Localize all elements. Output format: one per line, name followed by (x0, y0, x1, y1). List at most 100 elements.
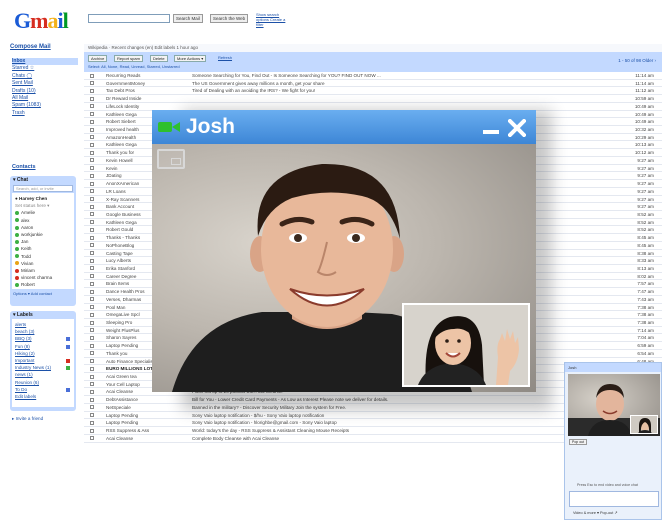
buddy-item[interactable]: vincent charma (12, 274, 74, 281)
pager[interactable]: 1 - 50 of 98 Older › (618, 58, 656, 63)
buddy-item[interactable]: Todd (12, 253, 74, 260)
email-checkbox[interactable] (90, 351, 94, 356)
self-view-pip[interactable] (402, 303, 530, 387)
minimize-icon[interactable] (482, 119, 500, 137)
label-item[interactable]: Fun (8) (12, 343, 74, 350)
web-clip[interactable]: Wikipedia · Recent changes (en) Edit lab… (84, 44, 662, 52)
gmail-logo[interactable]: Gmail (14, 8, 76, 34)
email-checkbox[interactable] (90, 88, 94, 93)
label-item[interactable]: Industry News (1) (12, 364, 74, 371)
email-checkbox[interactable] (90, 366, 94, 371)
email-checkbox[interactable] (90, 359, 94, 364)
email-checkbox[interactable] (90, 73, 94, 78)
email-checkbox[interactable] (90, 189, 94, 194)
email-row[interactable]: Dr Reward Inside 10:59 am (84, 95, 662, 103)
email-checkbox[interactable] (90, 119, 94, 124)
buddy-item[interactable]: Ameliе (12, 209, 74, 216)
video-titlebar[interactable]: Josh (152, 110, 536, 144)
email-checkbox[interactable] (90, 96, 94, 101)
email-checkbox[interactable] (90, 436, 94, 441)
label-item[interactable]: beach (3) (12, 328, 74, 335)
label-item[interactable]: Edit labels (12, 393, 74, 400)
search-web-button[interactable]: Search the Web (210, 14, 249, 23)
email-checkbox[interactable] (90, 197, 94, 201)
email-checkbox[interactable] (90, 135, 94, 140)
layout-toggle-icon[interactable] (157, 149, 185, 169)
email-checkbox[interactable] (90, 104, 94, 109)
label-item[interactable]: Reunion (6) (12, 379, 74, 386)
email-checkbox[interactable] (90, 305, 94, 310)
label-item[interactable]: BBQ (3) (12, 335, 74, 342)
delete-button[interactable]: Delete (150, 55, 168, 62)
email-checkbox[interactable] (90, 220, 94, 225)
email-checkbox[interactable] (90, 158, 94, 163)
chat-status[interactable]: Set status here ▾ (12, 202, 74, 209)
chat-footer[interactable]: Options ▾ Add contact (10, 289, 76, 299)
chat-header[interactable]: ▾ Chat (10, 176, 76, 184)
label-item[interactable]: Hiking (2) (12, 350, 74, 357)
nav-item[interactable]: Spam (1083) (12, 102, 78, 109)
buddy-item[interactable]: Keith (12, 245, 74, 252)
search-options-link[interactable]: Show search options Create a filter (256, 12, 286, 27)
email-checkbox[interactable] (90, 343, 94, 348)
email-row[interactable]: Tax Debt Pros Tired of Dealing with an av… (84, 87, 662, 96)
email-row[interactable]: GovernmentMoney The US Government gives a… (84, 80, 662, 88)
nav-item[interactable]: Sent Mail (12, 80, 78, 87)
archive-button[interactable]: Archive (88, 55, 108, 62)
chat-search-input[interactable]: Search, add, or invite (13, 185, 73, 192)
email-checkbox[interactable] (90, 112, 94, 117)
select-links[interactable]: Select: All, None, Read, Unread, Starred… (88, 64, 180, 69)
email-checkbox[interactable] (90, 397, 94, 402)
email-checkbox[interactable] (90, 212, 94, 217)
label-item[interactable]: Important (12, 357, 74, 364)
email-checkbox[interactable] (90, 297, 94, 302)
email-checkbox[interactable] (90, 382, 94, 387)
email-checkbox[interactable] (90, 274, 94, 279)
email-checkbox[interactable] (90, 243, 94, 248)
email-checkbox[interactable] (90, 227, 94, 232)
email-checkbox[interactable] (90, 251, 94, 256)
buddy-item[interactable]: Robert (12, 281, 74, 288)
email-checkbox[interactable] (90, 266, 94, 271)
email-checkbox[interactable] (90, 127, 94, 132)
compose-mail-link[interactable]: Compose Mail (10, 44, 51, 50)
buddy-item[interactable]: Aaron (12, 224, 74, 231)
nav-item[interactable]: Inbox (12, 58, 78, 66)
email-row[interactable]: Recurring Reads Someone Searching for You… (84, 72, 662, 80)
email-checkbox[interactable] (90, 413, 94, 418)
buddy-item[interactable]: alex (12, 217, 74, 224)
email-checkbox[interactable] (90, 312, 94, 317)
email-checkbox[interactable] (90, 258, 94, 263)
search-mail-button[interactable]: Search Mail (173, 14, 203, 23)
nav-item[interactable]: Drafts (10) (12, 88, 78, 95)
refresh-link[interactable]: Refresh (216, 55, 234, 62)
email-checkbox[interactable] (90, 166, 94, 171)
buddy-item[interactable]: Vivian (12, 260, 74, 267)
label-item[interactable]: news (1) (12, 371, 74, 378)
email-checkbox[interactable] (90, 428, 94, 433)
close-icon[interactable] (508, 119, 526, 137)
email-checkbox[interactable] (90, 374, 94, 379)
buddy-item[interactable]: Jan (12, 238, 74, 245)
mini-chat-input[interactable] (569, 491, 659, 507)
email-checkbox[interactable] (90, 173, 94, 178)
label-item[interactable]: alerts (12, 321, 74, 328)
buddy-item[interactable]: Miriam (12, 267, 74, 274)
email-checkbox[interactable] (90, 204, 94, 209)
label-item[interactable]: To Do (12, 386, 74, 393)
search-input[interactable] (88, 14, 170, 23)
email-checkbox[interactable] (90, 389, 94, 394)
email-checkbox[interactable] (90, 335, 94, 340)
labels-header[interactable]: ▾ Labels (10, 311, 76, 319)
email-checkbox[interactable] (90, 320, 94, 325)
invite-friend-link[interactable]: ▸ Invite a friend (12, 416, 43, 422)
nav-item[interactable]: Starred ☆ (12, 65, 78, 72)
buddy-item[interactable]: workjunkie (12, 231, 74, 238)
mini-chat-header[interactable]: Josh (565, 363, 661, 372)
email-checkbox[interactable] (90, 328, 94, 333)
nav-item[interactable]: Chats ◯ (12, 73, 78, 80)
email-checkbox[interactable] (90, 420, 94, 425)
mini-chat-footer[interactable]: Video & more ▾ Pop-out ↗ (573, 510, 618, 515)
more-actions-select[interactable]: More Actions ▾ (174, 55, 207, 62)
email-checkbox[interactable] (90, 281, 94, 286)
